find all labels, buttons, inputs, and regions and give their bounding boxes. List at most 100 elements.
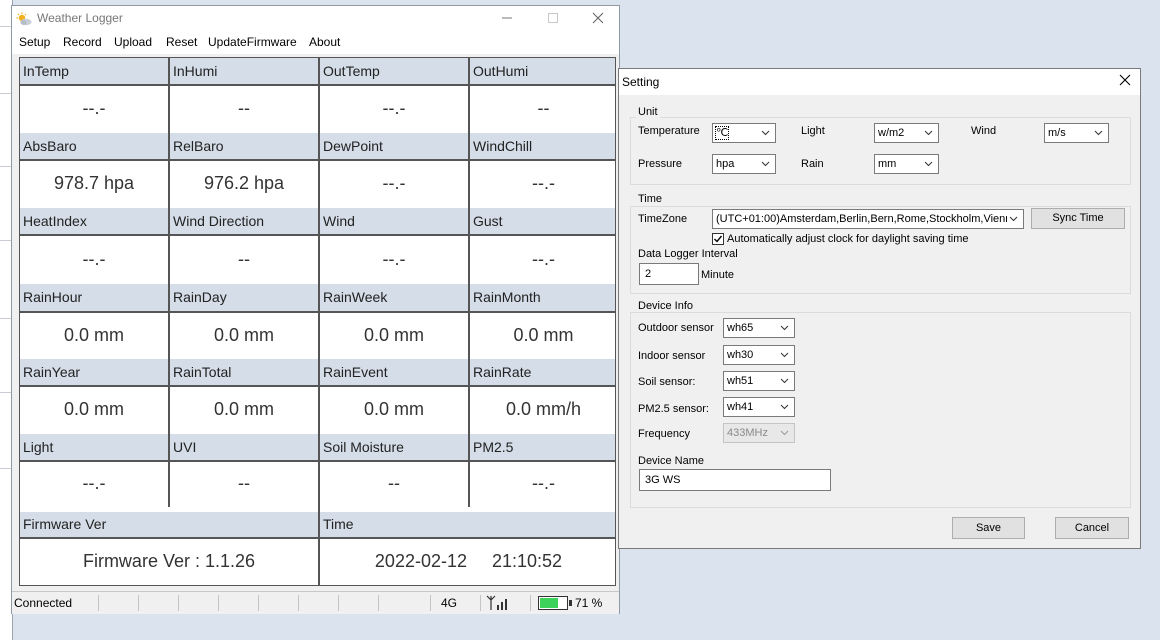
menu-reset[interactable]: Reset xyxy=(166,35,197,49)
dialog-title-bar[interactable]: Setting xyxy=(619,69,1140,95)
label-firmware: Firmware Ver xyxy=(20,512,318,537)
value-absbaro: 978.7 hpa xyxy=(53,173,135,193)
unit-group-label: Unit xyxy=(636,106,660,118)
value-rainevent: 0.0 mm xyxy=(363,399,424,419)
status-bar: Connected 4G 71 % xyxy=(12,591,619,614)
label-gust: Gust xyxy=(470,208,615,234)
label-rainyear: RainYear xyxy=(20,359,168,385)
soil-sensor-label: Soil sensor: xyxy=(638,376,696,388)
device-name-input[interactable]: 3G WS xyxy=(639,469,831,491)
menu-setup[interactable]: Setup xyxy=(19,35,50,49)
title-bar[interactable]: Weather Logger xyxy=(12,6,619,32)
maximize-icon xyxy=(548,13,558,23)
save-button[interactable]: Save xyxy=(952,517,1025,539)
pm25-sensor-label: PM2.5 sensor: xyxy=(638,403,709,415)
outdoor-sensor-label: Outdoor sensor xyxy=(638,322,714,334)
value-inhumi: -- xyxy=(238,98,250,118)
grid-divider xyxy=(20,234,615,236)
battery-icon xyxy=(538,596,568,610)
dst-checkbox[interactable] xyxy=(712,233,724,245)
dst-label: Automatically adjust clock for daylight … xyxy=(727,233,969,245)
soil-sensor-select[interactable]: wh51 xyxy=(723,371,795,391)
value-gust: --.- xyxy=(532,249,555,269)
outdoor-sensor-select[interactable]: wh65 xyxy=(723,318,795,338)
grid-divider xyxy=(318,58,320,585)
maximize-button[interactable] xyxy=(530,6,576,32)
close-icon xyxy=(1119,74,1131,86)
temperature-unit-select[interactable]: ℃ xyxy=(712,123,776,143)
menu-update-firmware[interactable]: UpdateFirmware xyxy=(208,35,297,49)
label-wind-direction: Wind Direction xyxy=(170,208,318,234)
wind-label: Wind xyxy=(971,125,997,137)
label-rainmonth: RainMonth xyxy=(470,284,615,311)
chevron-down-icon xyxy=(922,124,936,142)
pm25-sensor-select[interactable]: wh41 xyxy=(723,397,795,417)
label-rainrate: RainRate xyxy=(470,359,615,385)
value-rainweek: 0.0 mm xyxy=(363,325,424,345)
window-title: Weather Logger xyxy=(37,11,123,25)
value-rainhour: 0.0 mm xyxy=(63,325,124,345)
value-intemp: --.- xyxy=(82,98,106,118)
dialog-close-button[interactable] xyxy=(1110,69,1140,95)
indoor-sensor-select[interactable]: wh30 xyxy=(723,345,795,365)
wind-unit-select[interactable]: m/s xyxy=(1044,123,1109,143)
label-inhumi: InHumi xyxy=(170,58,318,84)
setting-dialog: Setting Unit Temperature ℃ Light w/m2 Wi… xyxy=(618,68,1141,549)
chevron-down-icon xyxy=(778,398,792,416)
device-name-label: Device Name xyxy=(638,455,705,467)
close-icon xyxy=(592,12,604,24)
rain-unit-select[interactable]: mm xyxy=(874,154,939,174)
value-light: --.- xyxy=(82,473,106,493)
value-dewpoint: --.- xyxy=(382,173,406,193)
label-outtemp: OutTemp xyxy=(320,58,468,84)
chevron-down-icon xyxy=(1007,210,1021,228)
value-rainday: 0.0 mm xyxy=(213,325,274,345)
label-absbaro: AbsBaro xyxy=(20,133,168,159)
chevron-down-icon xyxy=(778,372,792,390)
chevron-down-icon xyxy=(922,155,936,173)
minimize-icon xyxy=(502,17,512,19)
pressure-unit-select[interactable]: hpa xyxy=(712,154,776,174)
chevron-down-icon xyxy=(778,346,792,364)
menu-bar: Setup Record Upload Reset UpdateFirmware… xyxy=(12,32,619,54)
menu-about[interactable]: About xyxy=(309,35,340,49)
interval-unit-label: Minute xyxy=(701,269,735,281)
menu-record[interactable]: Record xyxy=(63,35,102,49)
close-button[interactable] xyxy=(575,6,621,32)
label-relbaro: RelBaro xyxy=(170,133,318,159)
label-rainweek: RainWeek xyxy=(320,284,468,311)
label-heatindex: HeatIndex xyxy=(20,208,168,234)
value-time: 2022-02-12 21:10:52 xyxy=(374,551,563,571)
sensor-grid: InTemp InHumi OutTemp OutHumi --.- -- --… xyxy=(19,57,616,586)
battery-level-fill xyxy=(540,598,558,608)
interval-input[interactable]: 2 xyxy=(639,263,699,285)
label-time: Time xyxy=(320,512,615,537)
pressure-label: Pressure xyxy=(638,158,683,170)
grid-divider xyxy=(168,58,170,507)
sync-time-button[interactable]: Sync Time xyxy=(1031,208,1125,229)
minimize-button[interactable] xyxy=(484,6,530,32)
device-info-group-label: Device Info xyxy=(636,300,696,312)
interval-label: Data Logger Interval xyxy=(638,248,738,260)
connection-status: Connected xyxy=(14,596,73,610)
timezone-select[interactable]: (UTC+01:00)Amsterdam,Berlin,Bern,Rome,St… xyxy=(712,209,1024,229)
menu-upload[interactable]: Upload xyxy=(114,35,152,49)
grid-divider xyxy=(20,159,615,161)
value-firmware: Firmware Ver : 1.1.26 xyxy=(82,551,256,571)
label-rainevent: RainEvent xyxy=(320,359,468,385)
chevron-down-icon xyxy=(778,319,792,337)
value-outhumi: -- xyxy=(537,98,550,118)
grid-divider xyxy=(468,58,470,507)
label-rainhour: RainHour xyxy=(20,284,168,311)
value-wind: --.- xyxy=(382,249,406,269)
light-unit-select[interactable]: w/m2 xyxy=(874,123,939,143)
label-pm25: PM2.5 xyxy=(470,434,615,460)
value-heatindex: --.- xyxy=(82,249,106,269)
value-raintotal: 0.0 mm xyxy=(213,399,274,419)
cancel-button[interactable]: Cancel xyxy=(1055,517,1129,539)
label-light: Light xyxy=(20,434,168,460)
weather-app-icon xyxy=(16,12,32,26)
label-uvi: UVI xyxy=(170,434,318,460)
label-dewpoint: DewPoint xyxy=(320,133,468,159)
light-label: Light xyxy=(801,125,825,137)
